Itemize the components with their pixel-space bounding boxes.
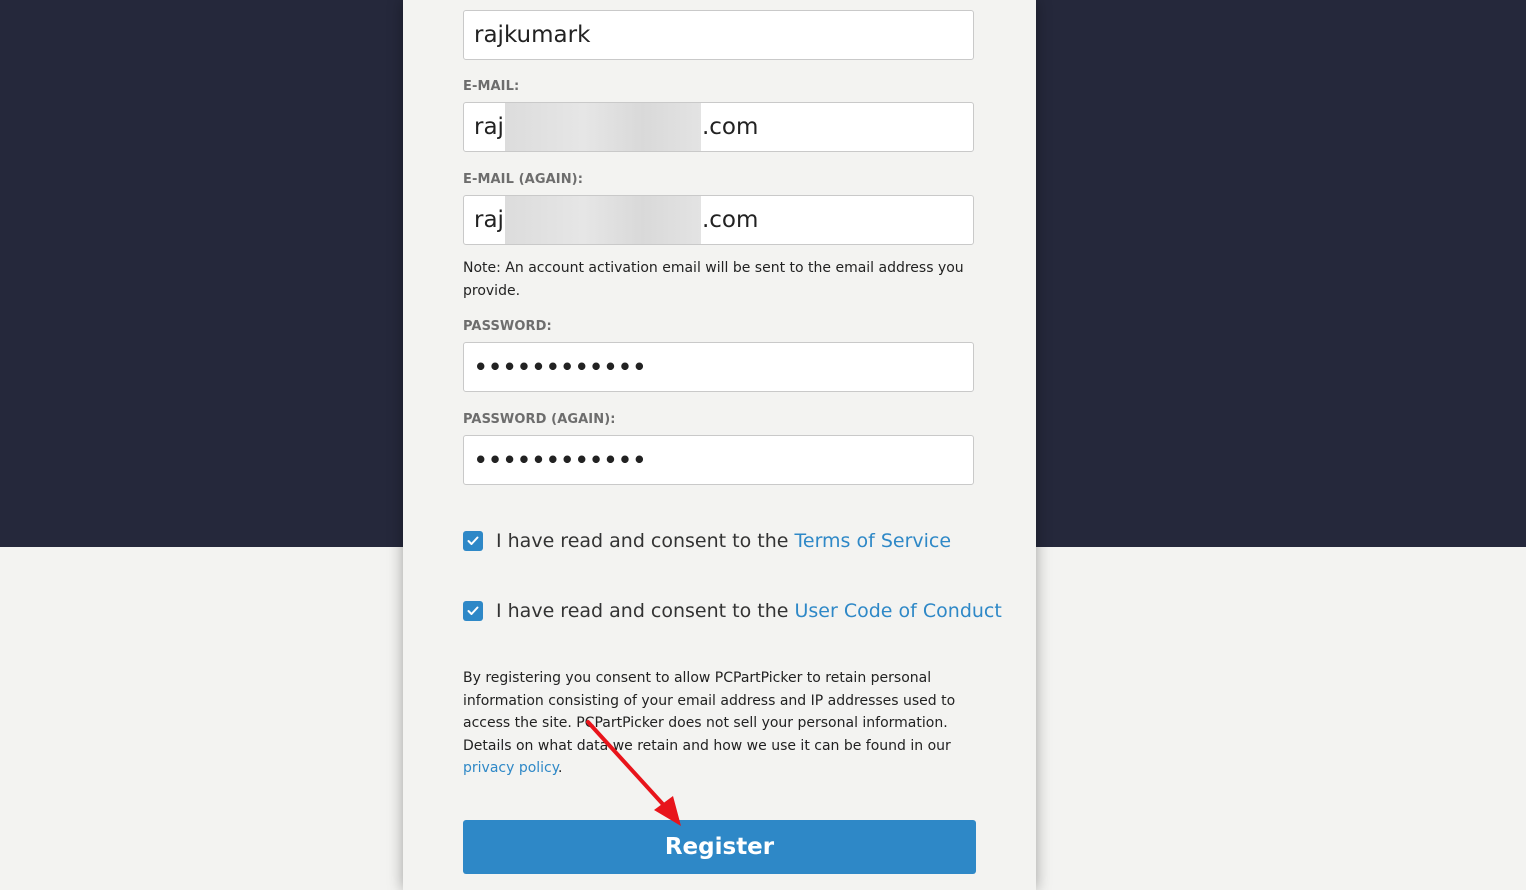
terms-checkbox[interactable] <box>463 531 483 551</box>
registration-card: rajkumark E-MAIL: raj .com E-MAIL (AGAIN)… <box>403 0 1036 890</box>
email-suffix: .com <box>701 114 759 140</box>
email-again-prefix: raj <box>474 207 504 233</box>
activation-note: Note: An account activation email will b… <box>463 260 964 299</box>
username-input[interactable]: rajkumark <box>463 10 974 60</box>
password-input[interactable]: •••••••••••• <box>463 342 974 392</box>
check-icon <box>467 536 479 545</box>
conduct-checkbox[interactable] <box>463 601 483 621</box>
user-code-of-conduct-link[interactable]: User Code of Conduct <box>795 600 1002 622</box>
password-again-input[interactable]: •••••••••••• <box>463 435 974 485</box>
email-again-input[interactable]: raj .com <box>463 195 974 245</box>
privacy-notice-end: . <box>558 760 563 776</box>
terms-of-service-link[interactable]: Terms of Service <box>795 530 952 552</box>
password-again-value: •••••••••••• <box>474 448 648 472</box>
terms-consent-row: I have read and consent to the Terms of … <box>463 530 951 552</box>
email-label: E-MAIL: <box>463 79 520 94</box>
terms-consent-text: I have read and consent to the <box>496 530 789 552</box>
check-icon <box>467 606 479 615</box>
email-again-label: E-MAIL (AGAIN): <box>463 172 584 187</box>
privacy-notice-text: By registering you consent to allow PCPa… <box>463 670 956 754</box>
conduct-consent-row: I have read and consent to the User Code… <box>463 600 1002 622</box>
email-input[interactable]: raj .com <box>463 102 974 152</box>
email-redacted-block <box>504 103 701 151</box>
register-button[interactable]: Register <box>463 820 976 874</box>
password-again-label: PASSWORD (AGAIN): <box>463 412 616 427</box>
email-again-redacted-block <box>504 196 701 244</box>
email-again-suffix: .com <box>701 207 759 233</box>
password-label: PASSWORD: <box>463 319 552 334</box>
register-button-label: Register <box>664 834 775 860</box>
privacy-policy-link[interactable]: privacy policy <box>463 760 558 776</box>
email-prefix: raj <box>474 114 504 140</box>
privacy-notice: By registering you consent to allow PCPa… <box>463 667 963 780</box>
username-value: rajkumark <box>474 22 591 48</box>
conduct-consent-text: I have read and consent to the <box>496 600 789 622</box>
password-value: •••••••••••• <box>474 355 648 379</box>
